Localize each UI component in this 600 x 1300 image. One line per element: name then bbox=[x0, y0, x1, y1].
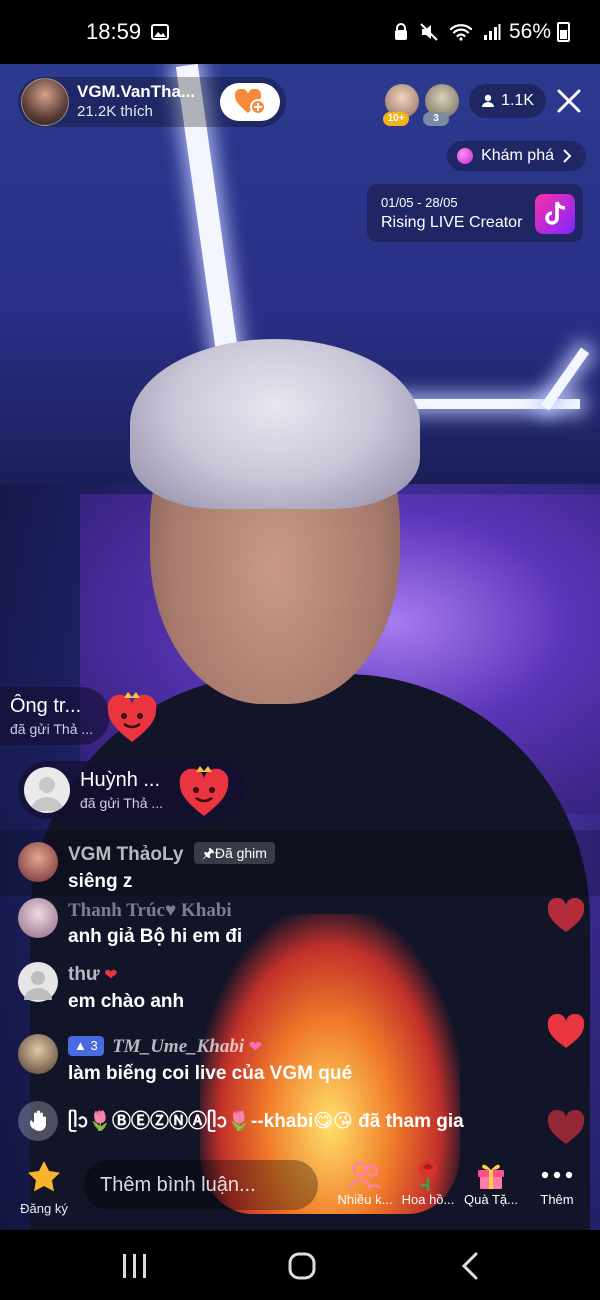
gift-description: đã gửi Thả ... bbox=[80, 795, 164, 811]
level-value: 3 bbox=[90, 1038, 98, 1053]
heart-plus-icon bbox=[234, 89, 266, 115]
level-badge: ▲ 3 bbox=[68, 1036, 104, 1056]
subscribe-label: Đăng ký bbox=[20, 1201, 68, 1216]
battery-percent: 56% bbox=[508, 20, 551, 43]
gift-description: đã gửi Thả ... bbox=[10, 721, 94, 737]
viewer-count-value: 1.1K bbox=[501, 92, 534, 109]
viewer-rank-badge: 3 bbox=[423, 112, 450, 126]
comment-avatar[interactable] bbox=[18, 842, 58, 882]
comment-avatar[interactable] bbox=[18, 1034, 58, 1074]
join-text: ᥫᩣ🌷ⒷⒺⓏⓃⒶᥫᩣ🌷--khabi😋😘 đã tham gia bbox=[68, 1110, 464, 1132]
gift-sender-avatar[interactable] bbox=[24, 767, 70, 813]
chevron-right-icon bbox=[563, 149, 572, 163]
tiktok-logo-icon bbox=[535, 194, 575, 234]
banner-title: Rising LIVE Creator bbox=[381, 214, 523, 231]
rising-creator-banner[interactable]: 01/05 - 28/05 Rising LIVE Creator bbox=[367, 184, 583, 242]
host-avatar[interactable] bbox=[21, 78, 69, 126]
bottom-bar: Đăng ký Thêm bình luận... Nhiều k... Hoa… bbox=[0, 1148, 600, 1230]
comment-input[interactable]: Thêm bình luận... bbox=[84, 1160, 318, 1210]
explore-icon bbox=[457, 148, 474, 164]
floating-heart-icon bbox=[547, 1110, 585, 1144]
action-label: Quà Tặ... bbox=[464, 1192, 518, 1207]
rose-gift-button[interactable]: Hoa hồ... bbox=[397, 1158, 459, 1207]
follow-button[interactable] bbox=[220, 83, 280, 121]
rose-icon bbox=[397, 1158, 459, 1192]
floating-heart-icon bbox=[547, 1014, 585, 1048]
comment-item[interactable]: ▲ 3 TM_Ume_Khabi ❤ làm biếng coi live củ… bbox=[18, 1034, 352, 1087]
mute-icon bbox=[419, 22, 439, 42]
comment-text: siêng z bbox=[68, 871, 133, 892]
pinned-badge: 🖈Đã ghim bbox=[193, 842, 275, 864]
viewer-rank-badge: 10+ bbox=[383, 112, 410, 126]
top-viewers[interactable]: 10+ 3 1.1K bbox=[379, 84, 546, 126]
gift-sender-name: Ông tr... bbox=[10, 695, 82, 717]
comment-text: anh giả Bộ hi em đi bbox=[68, 926, 243, 947]
comment-text: làm biếng coi live của VGM qué bbox=[68, 1063, 353, 1084]
multi-guest-button[interactable]: Nhiều k... bbox=[334, 1158, 396, 1207]
top-viewer-avatar[interactable]: 3 bbox=[423, 84, 460, 126]
top-viewer-avatar[interactable]: 10+ bbox=[383, 84, 420, 126]
action-label: Nhiều k... bbox=[337, 1192, 393, 1207]
comment-username[interactable]: thư bbox=[68, 964, 100, 985]
host-info[interactable]: VGM.VanTha... 21.2K thích bbox=[18, 77, 286, 127]
pinned-label: Đã ghim bbox=[214, 845, 267, 861]
image-icon bbox=[151, 24, 170, 40]
viewer-count[interactable]: 1.1K bbox=[469, 84, 546, 118]
heart-gift-icon bbox=[179, 766, 229, 816]
gift-button[interactable]: Quà Tặ... bbox=[460, 1158, 522, 1207]
comment-avatar[interactable] bbox=[18, 898, 58, 938]
gift-notification[interactable]: Ông tr... đã gửi Thả ... bbox=[0, 687, 110, 745]
heart-badge-icon: ❤ bbox=[104, 967, 118, 984]
face-lock-icon bbox=[393, 23, 409, 41]
streamer-hair bbox=[130, 339, 420, 509]
comment-username[interactable]: Thanh Trúc♥ Khabi bbox=[68, 898, 242, 924]
pin-icon: 🖈 bbox=[201, 845, 215, 861]
explore-button[interactable]: Khám phá bbox=[447, 141, 586, 171]
recent-apps-icon[interactable] bbox=[114, 1252, 154, 1280]
people-icon bbox=[334, 1158, 396, 1192]
home-icon[interactable] bbox=[282, 1252, 322, 1280]
comment-text: em chào anh bbox=[68, 991, 185, 1012]
wifi-icon bbox=[449, 23, 473, 41]
close-icon[interactable] bbox=[556, 88, 582, 114]
status-bar: 18:59 56% bbox=[0, 0, 600, 64]
signal-icon bbox=[483, 23, 501, 41]
explore-label: Khám phá bbox=[481, 147, 554, 164]
floating-heart-icon bbox=[547, 898, 585, 932]
star-icon bbox=[28, 1161, 60, 1192]
gift-box-icon bbox=[460, 1158, 522, 1192]
more-button[interactable]: Thêm bbox=[526, 1158, 588, 1207]
heart-gift-icon bbox=[107, 692, 157, 742]
host-name: VGM.VanTha... bbox=[77, 82, 196, 101]
comment-item[interactable]: Thanh Trúc♥ Khabi anh giả Bộ hi em đi bbox=[18, 898, 242, 950]
banner-dates: 01/05 - 28/05 bbox=[381, 195, 458, 210]
action-label: Hoa hồ... bbox=[401, 1192, 455, 1207]
wave-hand-icon bbox=[18, 1101, 58, 1141]
gift-sender-name: Huỳnh ... bbox=[80, 769, 161, 791]
join-notification: ᥫᩣ🌷ⒷⒺⓏⓃⒶᥫᩣ🌷--khabi😋😘 đã tham gia bbox=[18, 1101, 464, 1141]
comment-username[interactable]: VGM ThảoLy bbox=[68, 844, 183, 865]
more-dots-icon bbox=[526, 1158, 588, 1192]
person-icon bbox=[482, 94, 495, 107]
status-time: 18:59 bbox=[86, 19, 142, 44]
subscribe-button[interactable]: Đăng ký bbox=[14, 1160, 74, 1216]
back-icon[interactable] bbox=[452, 1252, 492, 1280]
comment-avatar[interactable] bbox=[18, 962, 58, 1002]
sparkle-heart-icon: ❤ bbox=[248, 1039, 262, 1056]
battery-icon bbox=[557, 22, 570, 42]
comment-item[interactable]: VGM ThảoLy 🖈Đã ghim siêng z bbox=[18, 842, 275, 895]
action-label: Thêm bbox=[540, 1192, 574, 1207]
navigation-bar bbox=[0, 1230, 600, 1300]
comment-username[interactable]: TM_Ume_Khabi bbox=[112, 1036, 244, 1057]
comment-item[interactable]: thư ❤ em chào anh bbox=[18, 962, 184, 1015]
host-likes: 21.2K thích bbox=[77, 103, 153, 120]
level-arrow-icon: ▲ bbox=[74, 1038, 87, 1053]
